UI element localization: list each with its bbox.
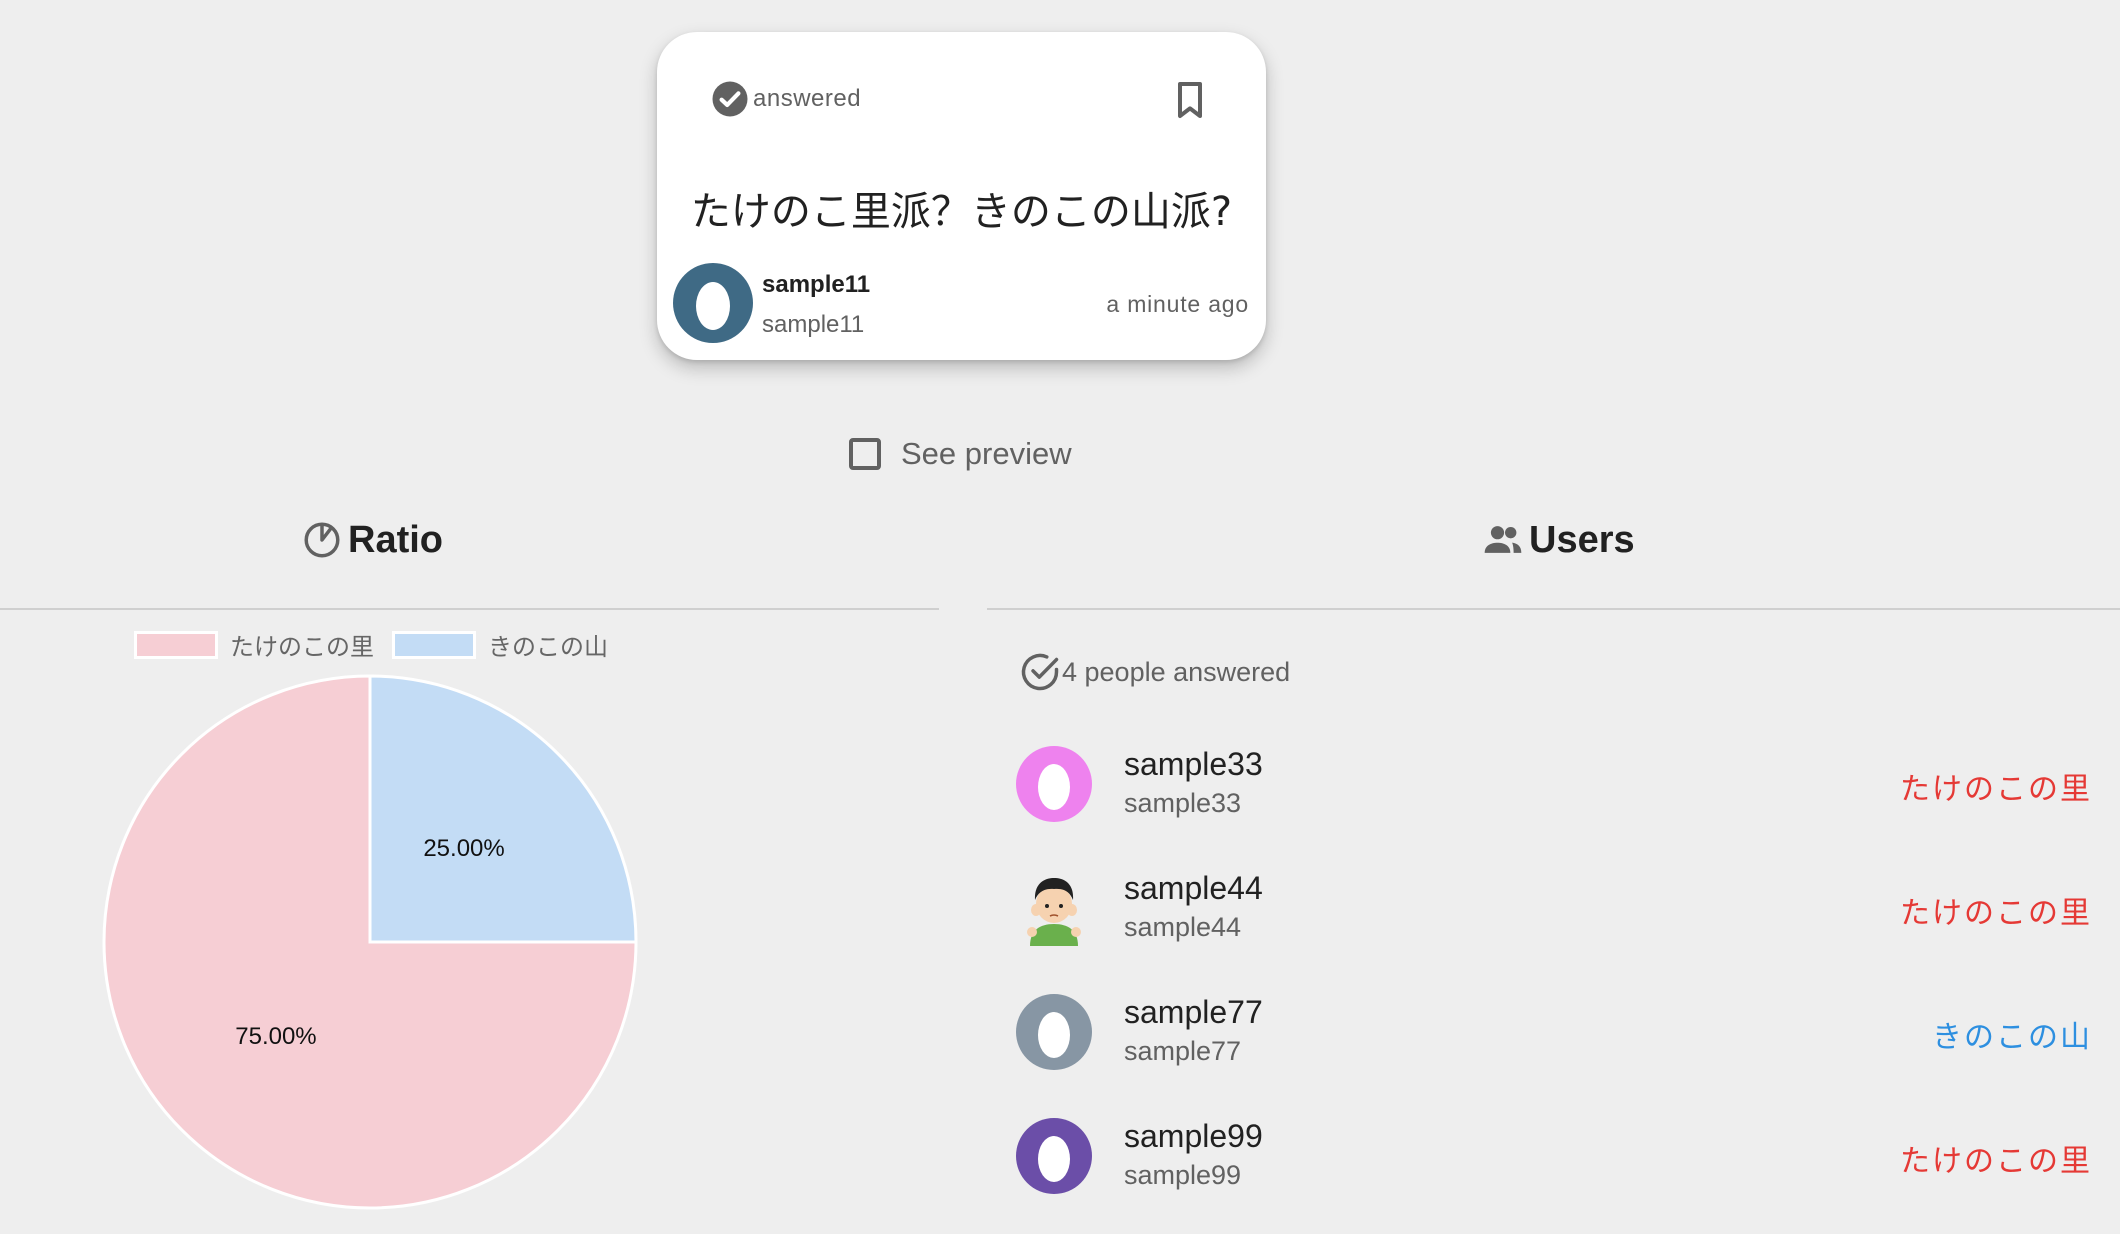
user-name[interactable]: sample44	[1124, 870, 1263, 907]
post-time: a minute ago	[1106, 291, 1249, 317]
ratio-title: Ratio	[348, 518, 443, 561]
answered-count: 4 people answered	[1018, 650, 1290, 694]
chart-legend: たけのこの里 きのこの山	[134, 627, 608, 662]
user-name[interactable]: sample33	[1124, 746, 1263, 783]
pie-slice-1[interactable]	[368, 674, 638, 944]
user-id: sample33	[1124, 788, 1242, 818]
legend-swatch-take	[134, 630, 218, 659]
user-row[interactable]: sample77 sample77 きのこの山	[1016, 994, 2092, 1074]
egg-avatar-icon[interactable]	[673, 263, 753, 343]
egg-avatar-icon[interactable]	[1016, 994, 1092, 1070]
question-card[interactable]: answered たけのこ里派？きのこの山派? sample11 sample1…	[657, 32, 1266, 360]
people-icon	[1484, 526, 1522, 553]
egg-avatar-icon[interactable]	[1016, 1118, 1092, 1194]
ratio-divider	[0, 608, 939, 610]
check-circle-icon	[712, 81, 748, 117]
user-name[interactable]: sample77	[1124, 994, 1263, 1031]
user-id: sample99	[1124, 1160, 1242, 1190]
answered-count-label: 4 people answered	[1062, 656, 1291, 687]
legend-item-kino[interactable]: きのこの山	[392, 627, 608, 662]
users-divider	[987, 608, 2120, 610]
author-name[interactable]: sample11	[762, 271, 870, 299]
status-label: answered	[753, 85, 862, 112]
legend-swatch-kino	[392, 630, 476, 659]
ratio-header: Ratio	[300, 518, 443, 562]
egg-avatar-icon[interactable]	[1016, 746, 1092, 822]
legend-label-take: たけのこの里	[230, 633, 374, 661]
preview-checkbox[interactable]	[849, 438, 881, 470]
check-circle-outline-icon	[1021, 653, 1059, 691]
pie-label-0: 75.00%	[235, 1023, 316, 1050]
user-choice: きのこの山	[1932, 1020, 2092, 1055]
bookmark-outline-icon[interactable]	[1166, 76, 1214, 124]
author-id: sample11	[762, 311, 865, 338]
ratio-pie-chart: 25.00% 75.00%	[102, 674, 638, 1210]
legend-item-take[interactable]: たけのこの里	[134, 627, 374, 662]
user-id: sample44	[1124, 912, 1242, 942]
user-choice: たけのこの里	[1900, 1144, 2092, 1179]
user-row[interactable]: sample33 sample33 たけのこの里	[1016, 746, 2092, 826]
preview-label: See preview	[901, 436, 1072, 471]
user-id: sample77	[1124, 1036, 1242, 1066]
see-preview-toggle[interactable]: See preview	[849, 436, 1072, 472]
question-text: たけのこ里派？きのこの山派?	[690, 189, 1233, 235]
user-name[interactable]: sample99	[1124, 1118, 1263, 1155]
legend-label-kino: きのこの山	[488, 633, 608, 661]
answered-status: answered	[709, 78, 861, 120]
user-choice: たけのこの里	[1900, 772, 2092, 807]
users-header: Users	[1481, 518, 1635, 562]
user-row[interactable]: sample44 sample44 たけのこの里	[1016, 870, 2092, 950]
pie-label-1: 25.00%	[423, 835, 504, 862]
users-title: Users	[1529, 518, 1635, 561]
user-row[interactable]: sample99 sample99 たけのこの里	[1016, 1118, 2092, 1198]
boy-illustration-avatar-icon[interactable]	[1016, 870, 1092, 946]
user-choice: たけのこの里	[1900, 896, 2092, 931]
pie-chart-outline-icon	[304, 522, 340, 558]
